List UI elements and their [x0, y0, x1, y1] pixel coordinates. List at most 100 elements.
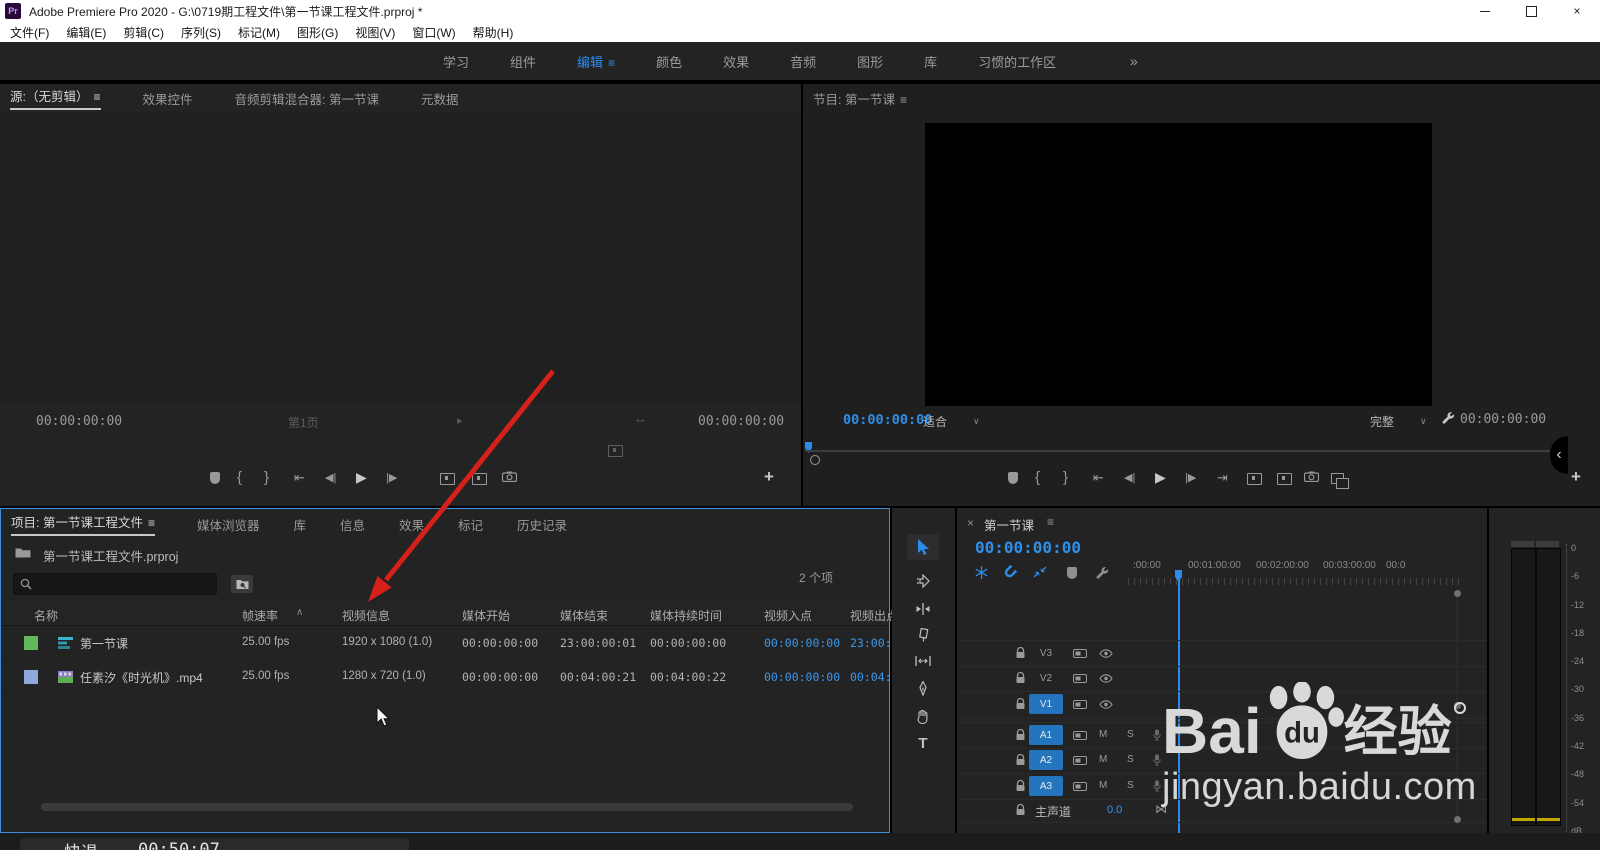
selection-tool[interactable] — [907, 534, 939, 560]
zoom-scrollbar-handle[interactable] — [810, 455, 820, 465]
tab-media-browser[interactable]: 媒体浏览器 — [197, 515, 260, 534]
step-back-icon[interactable]: ◀| — [1124, 471, 1135, 484]
ripple-edit-tool[interactable] — [907, 596, 939, 622]
go-to-out-icon[interactable]: ⇥ — [1217, 470, 1228, 486]
toggle-track-output-eye-icon[interactable] — [1099, 700, 1113, 709]
column-fps[interactable]: 帧速率 — [242, 607, 278, 624]
search-box[interactable] — [13, 573, 217, 595]
sync-lock-icon[interactable] — [1073, 649, 1087, 658]
menu-markers[interactable]: 标记(M) — [238, 24, 280, 41]
table-row[interactable]: 第一节课 25.00 fps 1920 x 1080 (1.0) 00:00:0… — [2, 626, 919, 661]
scrollbar-handle[interactable] — [1454, 590, 1461, 597]
source-page-select[interactable]: 第1页 — [288, 414, 453, 431]
razor-tool[interactable] — [907, 622, 939, 648]
lock-icon[interactable] — [1015, 780, 1026, 792]
go-to-in-icon[interactable]: ⇤ — [294, 470, 305, 486]
cell-video-in[interactable]: 00:00:00:00 — [764, 670, 840, 684]
button-editor-icon[interactable]: + — [1571, 467, 1581, 487]
tab-info[interactable]: 信息 — [340, 515, 365, 534]
workspace-tab-graphics[interactable]: 图形 — [857, 52, 883, 71]
display-settings-icon[interactable] — [608, 445, 623, 457]
step-back-icon[interactable]: ◀| — [325, 471, 336, 484]
label-color-chip[interactable] — [24, 670, 38, 684]
solo-button[interactable]: S — [1127, 729, 1134, 740]
workspace-tab-editing[interactable]: 编辑 ≡ — [577, 52, 615, 71]
step-forward-icon[interactable]: |▶ — [386, 471, 397, 484]
panel-menu-icon[interactable]: ≡ — [93, 90, 100, 104]
track-target-toggle[interactable]: A3 — [1029, 776, 1063, 796]
workspace-tab-learning[interactable]: 学习 — [443, 52, 469, 71]
mark-out-icon[interactable]: } — [1063, 469, 1068, 486]
timeline-timecode[interactable]: 00:00:00:00 — [975, 538, 1081, 557]
insert-icon[interactable] — [440, 473, 455, 488]
lock-icon[interactable] — [1015, 672, 1026, 684]
panel-menu-icon[interactable]: ≡ — [148, 516, 155, 530]
step-forward-icon[interactable]: |▶ — [1185, 471, 1196, 484]
track-target-toggle[interactable]: A1 — [1029, 725, 1063, 745]
lock-icon[interactable] — [1015, 804, 1026, 816]
comparison-view-icon[interactable] — [1331, 472, 1349, 489]
workspace-tab-color[interactable]: 颜色 — [656, 52, 682, 71]
menu-help[interactable]: 帮助(H) — [473, 24, 514, 41]
lock-icon[interactable] — [1015, 729, 1026, 741]
program-scrubber-track[interactable] — [805, 450, 1550, 452]
tab-source[interactable]: 源:（无剪辑） ≡ — [10, 86, 101, 110]
voiceover-mic-icon[interactable] — [1153, 754, 1161, 766]
toggle-track-output-eye-icon[interactable] — [1099, 649, 1113, 658]
menu-graphics[interactable]: 图形(G) — [297, 24, 338, 41]
tab-effect-controls[interactable]: 效果控件 — [143, 89, 193, 108]
workspace-tab-audio[interactable]: 音频 — [790, 52, 816, 71]
play-icon[interactable]: ▶ — [1155, 469, 1166, 486]
workspace-tab-custom[interactable]: 习惯的工作区 — [978, 52, 1056, 71]
clip-name[interactable]: 任素汐《时光机》.mp4 — [80, 669, 203, 686]
sync-lock-icon[interactable] — [1073, 674, 1087, 683]
slip-tool[interactable] — [907, 648, 939, 674]
mute-button[interactable]: M — [1099, 780, 1107, 791]
go-to-in-icon[interactable]: ⇤ — [1093, 470, 1104, 486]
track-target-toggle[interactable]: V2 — [1029, 668, 1063, 688]
panel-menu-icon[interactable]: ≡ — [900, 93, 907, 107]
column-media-duration[interactable]: 媒体持续时间 — [650, 607, 722, 624]
cell-video-in[interactable]: 00:00:00:00 — [764, 636, 840, 650]
voiceover-mic-icon[interactable] — [1153, 729, 1161, 741]
lock-icon[interactable] — [1015, 647, 1026, 659]
master-gain-value[interactable]: 0.0 — [1107, 804, 1122, 816]
overwrite-icon[interactable] — [472, 473, 487, 488]
menu-clip[interactable]: 剪辑(C) — [123, 24, 164, 41]
close-button[interactable]: × — [1554, 0, 1600, 22]
minimize-button[interactable] — [1462, 0, 1508, 22]
mute-button[interactable]: M — [1099, 729, 1107, 740]
timeline-settings-wrench-icon[interactable] — [1095, 566, 1109, 580]
menu-window[interactable]: 窗口(W) — [412, 24, 455, 41]
column-media-start[interactable]: 媒体开始 — [462, 607, 510, 624]
mark-out-icon[interactable]: } — [264, 469, 269, 486]
track-target-toggle[interactable]: V3 — [1029, 643, 1063, 663]
export-frame-icon[interactable] — [502, 471, 517, 482]
hand-tool[interactable] — [907, 703, 939, 729]
horizontal-scrollbar[interactable] — [41, 803, 853, 811]
tab-project[interactable]: 项目: 第一节课工程文件 ≡ — [11, 512, 155, 536]
lift-icon[interactable] — [1247, 473, 1262, 488]
menu-file[interactable]: 文件(F) — [10, 24, 49, 41]
panel-menu-icon[interactable]: ≡ — [1047, 515, 1054, 529]
menu-sequence[interactable]: 序列(S) — [181, 24, 221, 41]
zoom-level-select[interactable]: 适合 ∨ — [923, 413, 980, 430]
workspace-tab-libraries[interactable]: 库 — [924, 52, 937, 71]
sequence-tab-title[interactable]: 第一节课 — [984, 515, 1034, 534]
tab-audio-clip-mixer[interactable]: 音频剪辑混合器: 第一节课 — [235, 89, 379, 108]
sync-lock-icon[interactable] — [1073, 782, 1087, 791]
column-video-out[interactable]: 视频出点 — [850, 607, 898, 624]
column-video-in[interactable]: 视频入点 — [764, 607, 812, 624]
snap-icon[interactable] — [975, 566, 988, 579]
menu-edit[interactable]: 编辑(E) — [66, 24, 106, 41]
track-target-toggle[interactable]: V1 — [1029, 694, 1063, 714]
page-next-icon[interactable]: ▸ — [457, 414, 463, 427]
table-row[interactable]: 任素汐《时光机》.mp4 25.00 fps 1280 x 720 (1.0) … — [2, 660, 919, 695]
play-icon[interactable]: ▶ — [356, 469, 367, 486]
magnet-icon[interactable] — [1000, 563, 1018, 581]
source-current-timecode[interactable]: 00:00:00:00 — [36, 414, 122, 429]
search-bin-icon[interactable] — [231, 575, 253, 593]
video-track-v3[interactable]: V3 — [957, 640, 1487, 667]
toggle-track-output-eye-icon[interactable] — [1099, 674, 1113, 683]
add-marker-icon[interactable] — [210, 472, 220, 487]
